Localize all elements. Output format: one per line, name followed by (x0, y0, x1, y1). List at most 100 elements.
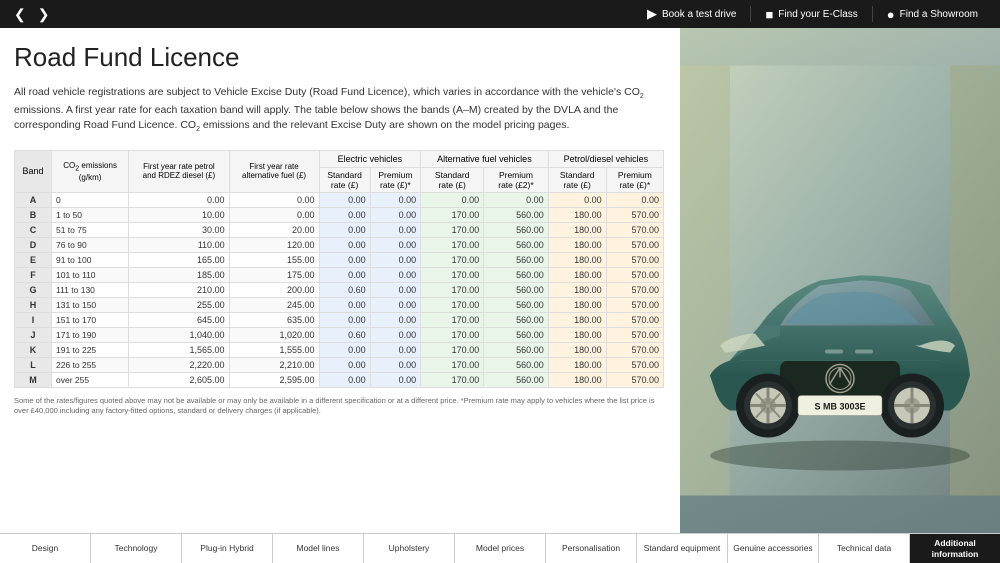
co2-cell: 101 to 110 (51, 267, 128, 282)
elec-prem-cell: 0.00 (370, 267, 421, 282)
co2-cell: 1 to 50 (51, 207, 128, 222)
first-year-alt-cell: 2,595.00 (229, 372, 319, 387)
first-year-petrol-cell: 1,040.00 (129, 327, 229, 342)
table-row: D 76 to 90 110.00 120.00 0.00 0.00 170.0… (15, 237, 664, 252)
find-eclass-button[interactable]: ■ Find your E-Class (750, 6, 871, 22)
bottom-nav-additional-information[interactable]: Additional information (910, 534, 1000, 563)
pet-prem-cell: 570.00 (606, 372, 663, 387)
co2-cell: 171 to 190 (51, 327, 128, 342)
band-cell: A (15, 192, 52, 207)
pet-std-cell: 180.00 (548, 372, 606, 387)
bottom-nav-design[interactable]: Design (0, 534, 91, 563)
alt-prem-cell: 560.00 (484, 282, 549, 297)
pet-prem-rate-header: Premiumrate (£)* (606, 167, 663, 192)
pet-std-cell: 180.00 (548, 252, 606, 267)
bottom-nav-genuine-accessories[interactable]: Genuine accessories (728, 534, 819, 563)
car-image: S MB 3003E (680, 28, 1000, 533)
elec-std-cell: 0.00 (319, 342, 370, 357)
first-year-petrol-cell: 1,565.00 (129, 342, 229, 357)
book-test-drive-button[interactable]: ▶ Book a test drive (633, 6, 750, 22)
band-cell: D (15, 237, 52, 252)
band-cell: F (15, 267, 52, 282)
first-year-petrol-cell: 210.00 (129, 282, 229, 297)
bottom-nav-standard-equipment[interactable]: Standard equipment (637, 534, 728, 563)
first-year-alt-cell: 20.00 (229, 222, 319, 237)
elec-prem-cell: 0.00 (370, 312, 421, 327)
pet-std-cell: 180.00 (548, 267, 606, 282)
first-year-alt-cell: 1,555.00 (229, 342, 319, 357)
pet-std-cell: 0.00 (548, 192, 606, 207)
elec-std-rate-header: Standardrate (£) (319, 167, 370, 192)
alt-std-cell: 170.00 (421, 237, 484, 252)
alt-std-cell: 170.00 (421, 357, 484, 372)
first-year-alt-cell: 120.00 (229, 237, 319, 252)
band-cell: M (15, 372, 52, 387)
first-year-alt-cell: 200.00 (229, 282, 319, 297)
pet-std-cell: 180.00 (548, 297, 606, 312)
alt-std-cell: 170.00 (421, 252, 484, 267)
first-year-alt-header: First year ratealternative fuel (£) (229, 150, 319, 192)
prev-arrow-button[interactable]: ❮ (8, 6, 32, 23)
alt-prem-cell: 560.00 (484, 297, 549, 312)
alt-prem-rate-header: Premiumrate (£2)* (484, 167, 549, 192)
co2-cell: 0 (51, 192, 128, 207)
pet-std-cell: 180.00 (548, 237, 606, 252)
electric-vehicles-header: Electric vehicles (319, 150, 421, 167)
elec-std-cell: 0.60 (319, 282, 370, 297)
co2-cell: 151 to 170 (51, 312, 128, 327)
elec-std-cell: 0.00 (319, 372, 370, 387)
main-content: Road Fund Licence All road vehicle regis… (0, 28, 1000, 533)
pet-prem-cell: 570.00 (606, 282, 663, 297)
pet-prem-cell: 570.00 (606, 267, 663, 282)
elec-prem-cell: 0.00 (370, 297, 421, 312)
alt-std-cell: 170.00 (421, 312, 484, 327)
find-showroom-button[interactable]: ● Find a Showroom (872, 6, 992, 22)
pet-std-cell: 180.00 (548, 357, 606, 372)
band-cell: C (15, 222, 52, 237)
elec-prem-cell: 0.00 (370, 357, 421, 372)
alt-prem-cell: 560.00 (484, 207, 549, 222)
bottom-nav-model-prices[interactable]: Model prices (455, 534, 546, 563)
co2-cell: 51 to 75 (51, 222, 128, 237)
co2-cell: 76 to 90 (51, 237, 128, 252)
elec-prem-cell: 0.00 (370, 237, 421, 252)
elec-prem-cell: 0.00 (370, 252, 421, 267)
alt-prem-cell: 560.00 (484, 222, 549, 237)
bottom-nav-technology[interactable]: Technology (91, 534, 182, 563)
table-row: G 111 to 130 210.00 200.00 0.60 0.00 170… (15, 282, 664, 297)
band-cell: E (15, 252, 52, 267)
bottom-nav-upholstery[interactable]: Upholstery (364, 534, 455, 563)
next-arrow-button[interactable]: ❯ (32, 6, 56, 23)
first-year-petrol-cell: 110.00 (129, 237, 229, 252)
elec-prem-cell: 0.00 (370, 222, 421, 237)
band-cell: I (15, 312, 52, 327)
first-year-alt-cell: 0.00 (229, 192, 319, 207)
alt-prem-cell: 560.00 (484, 372, 549, 387)
find-eclass-label: Find your E-Class (778, 9, 857, 20)
bottom-nav-personalisation[interactable]: Personalisation (546, 534, 637, 563)
first-year-alt-cell: 635.00 (229, 312, 319, 327)
bottom-nav-plugin-hybrid[interactable]: Plug-in Hybrid (182, 534, 273, 563)
footnote-text: Some of the rates/figures quoted above m… (14, 396, 664, 417)
first-year-petrol-cell: 185.00 (129, 267, 229, 282)
elec-std-cell: 0.00 (319, 192, 370, 207)
band-header: Band (15, 150, 52, 192)
pet-std-cell: 180.00 (548, 327, 606, 342)
co2-header: CO2 emissions(g/km) (51, 150, 128, 192)
first-year-petrol-header: First year rate petroland RDEZ diesel (£… (129, 150, 229, 192)
eclass-icon: ■ (765, 7, 773, 22)
elec-prem-cell: 0.00 (370, 327, 421, 342)
top-navigation: ❮ ❯ ▶ Book a test drive ■ Find your E-Cl… (0, 0, 1000, 28)
bottom-nav-model-lines[interactable]: Model lines (273, 534, 364, 563)
alt-std-cell: 170.00 (421, 372, 484, 387)
pet-prem-cell: 570.00 (606, 357, 663, 372)
nav-actions: ▶ Book a test drive ■ Find your E-Class … (633, 6, 992, 22)
car-photo: S MB 3003E (680, 28, 1000, 533)
pet-prem-cell: 570.00 (606, 312, 663, 327)
alt-std-cell: 170.00 (421, 222, 484, 237)
table-row: J 171 to 190 1,040.00 1,020.00 0.60 0.00… (15, 327, 664, 342)
pet-prem-cell: 570.00 (606, 237, 663, 252)
alt-fuel-vehicles-header: Alternative fuel vehicles (421, 150, 549, 167)
bottom-nav-technical-data[interactable]: Technical data (819, 534, 910, 563)
elec-std-cell: 0.00 (319, 207, 370, 222)
